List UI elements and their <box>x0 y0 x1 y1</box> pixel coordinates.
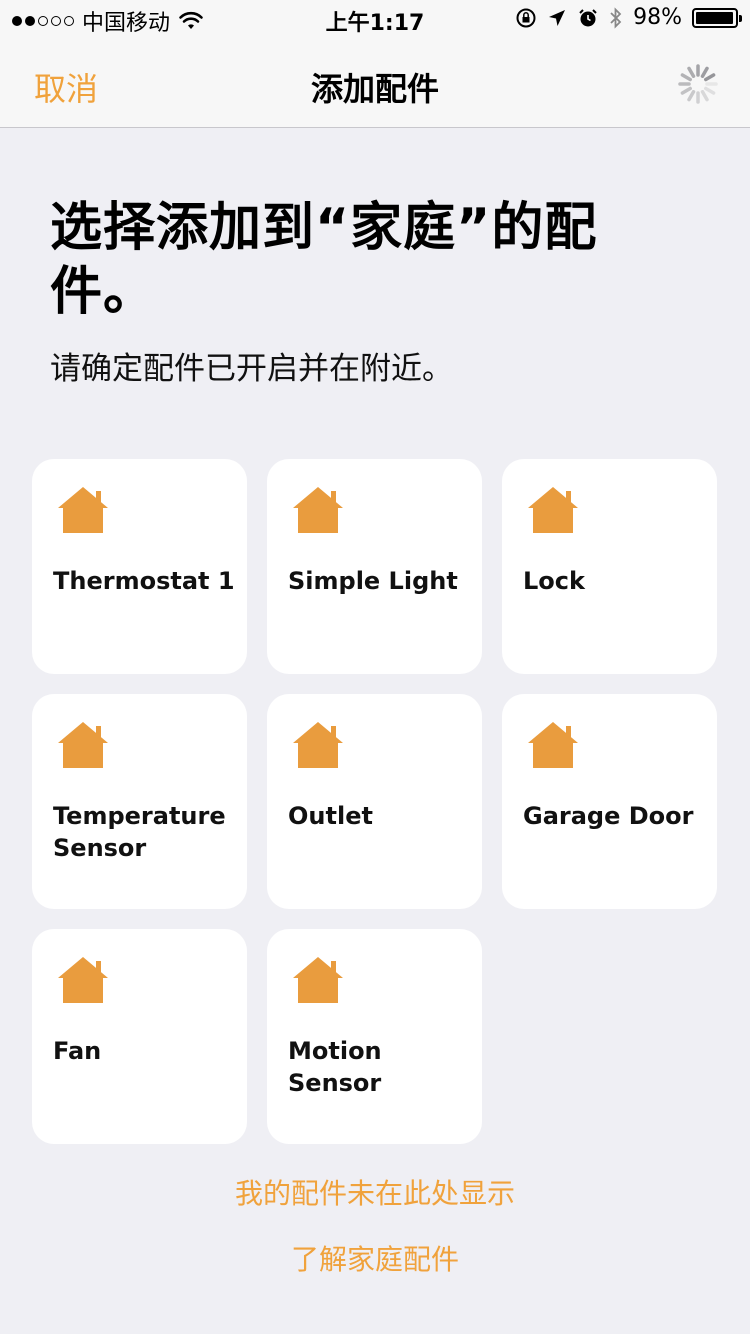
navigation-bar: 取消 添加配件 <box>0 40 750 128</box>
rotation-lock-icon <box>516 8 536 27</box>
home-icon <box>293 487 343 533</box>
accessory-not-shown-link[interactable]: 我的配件未在此处显示 <box>0 1172 750 1212</box>
learn-home-accessories-link[interactable]: 了解家庭配件 <box>0 1238 750 1278</box>
accessory-name: Thermostat 1 <box>53 567 235 595</box>
accessory-name: Outlet <box>288 802 373 830</box>
spinner-icon <box>678 64 718 104</box>
home-icon <box>293 722 343 768</box>
accessory-name: Simple Light <box>288 567 458 595</box>
alarm-icon <box>579 8 597 26</box>
home-icon <box>293 957 343 1003</box>
instruction-heading: 选择添加到“家庭”的配件。 <box>50 198 598 322</box>
accessory-tile[interactable]: Lock <box>502 459 717 674</box>
home-icon <box>58 487 108 533</box>
accessory-tile[interactable]: Simple Light <box>267 459 482 674</box>
accessory-tile[interactable]: Outlet <box>267 694 482 909</box>
battery-level <box>696 11 734 24</box>
battery-icon <box>692 7 742 28</box>
battery-percent: 98% <box>633 5 682 30</box>
bluetooth-icon <box>610 6 622 29</box>
accessory-name: Motion Sensor <box>288 1037 382 1097</box>
accessory-tile[interactable]: Garage Door <box>502 694 717 909</box>
accessory-tile[interactable]: Thermostat 1 <box>32 459 247 674</box>
location-arrow-icon <box>549 9 566 26</box>
accessory-name: Lock <box>523 567 585 595</box>
instruction-subtitle: 请确定配件已开启并在附近。 <box>50 351 453 387</box>
home-icon <box>528 722 578 768</box>
accessory-tile[interactable]: Temperature Sensor <box>32 694 247 909</box>
accessory-tile[interactable]: Motion Sensor <box>267 929 482 1144</box>
status-bar-right: 98% <box>515 5 742 30</box>
home-icon <box>58 957 108 1003</box>
home-icon <box>58 722 108 768</box>
accessory-name: Garage Door <box>523 802 694 830</box>
home-icon <box>528 487 578 533</box>
page-title: 添加配件 <box>310 70 439 108</box>
accessory-name: Temperature Sensor <box>53 802 226 862</box>
accessory-grid: Thermostat 1 Simple Light Lock Temperatu… <box>32 459 718 1144</box>
accessory-name: Fan <box>53 1037 102 1065</box>
status-bar: 中国移动 上午1:17 98% <box>0 0 750 40</box>
accessory-tile[interactable]: Fan <box>32 929 247 1144</box>
